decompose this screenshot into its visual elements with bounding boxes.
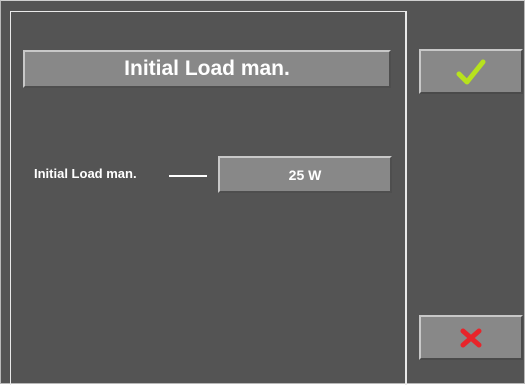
checkmark-icon [456, 59, 486, 84]
confirm-button[interactable] [419, 49, 523, 94]
parameter-label: Initial Load man. [34, 166, 137, 181]
device-screen: Initial Load man. Initial Load man. 25 W [0, 0, 525, 385]
close-icon [460, 328, 482, 347]
cancel-button[interactable] [419, 315, 523, 360]
panel-divider [405, 11, 407, 385]
label-leader-line [169, 175, 207, 177]
page-title: Initial Load man. [23, 50, 391, 88]
initial-load-value-field[interactable]: 25 W [218, 156, 392, 193]
